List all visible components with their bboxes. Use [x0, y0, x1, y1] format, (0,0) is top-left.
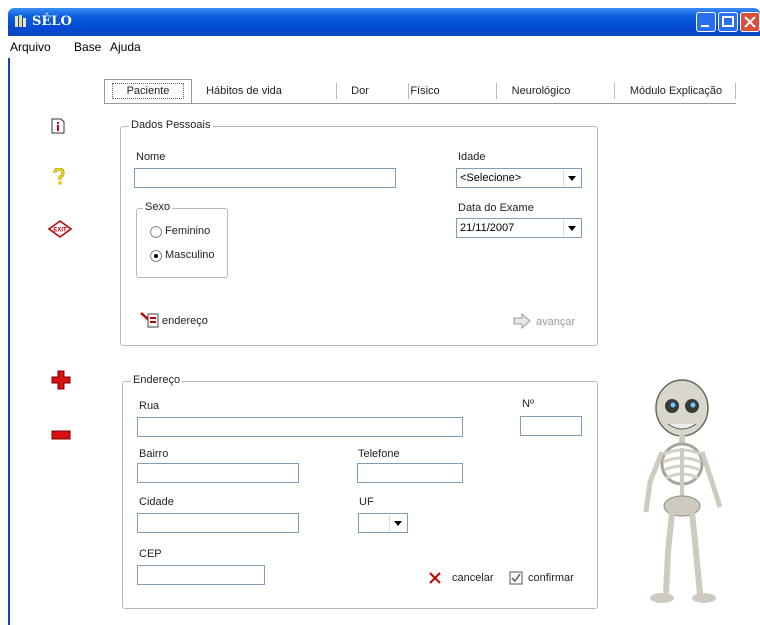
feminino-label: Feminino: [165, 225, 211, 237]
bairro-label: Bairro: [139, 448, 169, 460]
telefone-label: Telefone: [358, 448, 400, 460]
rua-input[interactable]: [137, 417, 463, 437]
menu-bar: Arquivo Base Ajuda: [8, 36, 760, 58]
cancelar-label: cancelar: [452, 572, 494, 584]
masculino-radio[interactable]: [150, 250, 162, 262]
info-icon[interactable]: [51, 118, 65, 134]
endereco-title: Endereço: [131, 374, 183, 386]
tab-habitos-de-vida[interactable]: Hábitos de vida: [200, 80, 288, 102]
tab-neurologico[interactable]: Neurológico: [500, 80, 582, 102]
sexo-group: Sexo: [136, 201, 228, 278]
window-border: [8, 58, 10, 625]
maximize-button[interactable]: [718, 12, 738, 32]
numero-input[interactable]: [520, 416, 582, 436]
chevron-down-icon[interactable]: [389, 515, 406, 531]
data-exame-label: Data do Exame: [458, 202, 534, 214]
add-icon[interactable]: [51, 370, 71, 390]
bairro-input[interactable]: [137, 463, 299, 483]
address-card-icon: [140, 312, 159, 328]
minimize-icon: [701, 25, 709, 27]
chevron-down-icon[interactable]: [563, 170, 580, 186]
nome-input[interactable]: [134, 168, 396, 188]
arrow-right-icon: [513, 312, 531, 330]
nome-label: Nome: [136, 151, 166, 163]
skeleton-mascot-image: [643, 379, 723, 603]
cidade-input[interactable]: [137, 513, 299, 533]
telefone-input[interactable]: [357, 463, 463, 483]
close-button[interactable]: [740, 12, 760, 32]
idade-value: <Selecione>: [460, 172, 522, 184]
maximize-icon: [722, 16, 734, 27]
uf-select[interactable]: [358, 513, 408, 533]
idade-label: Idade: [458, 151, 486, 163]
tab-dor[interactable]: Dor: [340, 80, 380, 102]
feminino-radio[interactable]: [150, 226, 162, 238]
title-bar: SÉLO: [8, 8, 760, 36]
cep-label: CEP: [139, 548, 162, 560]
exit-icon[interactable]: EXIT: [48, 220, 72, 238]
svg-text:EXIT: EXIT: [53, 228, 67, 234]
tab-paciente[interactable]: Paciente: [104, 79, 192, 104]
cidade-label: Cidade: [139, 496, 174, 508]
endereco-button-label: endereço: [162, 315, 208, 327]
menu-ajuda[interactable]: Ajuda: [110, 40, 141, 54]
app-icon: [15, 15, 26, 27]
masculino-label: Masculino: [165, 249, 215, 261]
chevron-down-icon[interactable]: [563, 220, 580, 236]
dados-pessoais-title: Dados Pessoais: [129, 119, 213, 131]
remove-icon[interactable]: [51, 430, 71, 440]
window-title: SÉLO: [32, 14, 72, 29]
tab-fisico[interactable]: Físico: [404, 80, 446, 102]
data-exame-value: 21/11/2007: [460, 222, 515, 234]
uf-label: UF: [359, 496, 374, 508]
rua-label: Rua: [139, 400, 160, 412]
cancel-x-icon: [429, 572, 441, 584]
avancar-button-label: avançar: [536, 316, 576, 328]
sexo-label: Sexo: [143, 201, 173, 213]
confirm-check-icon: [509, 571, 523, 585]
minimize-button[interactable]: [696, 12, 716, 32]
tab-bar: Paciente Hábitos de vida Dor Físico Neur…: [104, 79, 736, 104]
data-exame-select[interactable]: 21/11/2007: [456, 218, 582, 238]
numero-label: Nº: [522, 398, 534, 410]
tab-modulo-explicacao[interactable]: Módulo Explicação: [620, 80, 732, 102]
menu-base[interactable]: Base: [74, 40, 101, 54]
tab-baseline: [104, 103, 736, 104]
close-icon: [744, 16, 756, 28]
idade-select[interactable]: <Selecione>: [456, 168, 582, 188]
cep-input[interactable]: [137, 565, 265, 585]
help-icon[interactable]: [52, 168, 66, 186]
confirmar-label: confirmar: [528, 572, 574, 584]
menu-arquivo[interactable]: Arquivo: [10, 40, 51, 54]
